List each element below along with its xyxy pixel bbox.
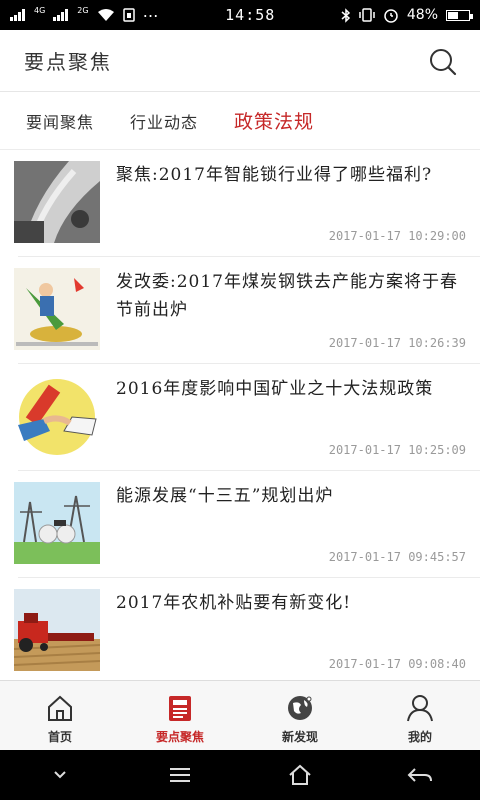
- news-item[interactable]: 发改委:2017年煤炭钢铁去产能方案将于春节前出炉 2017-01-17 10:…: [0, 257, 480, 364]
- nav-mine[interactable]: 我的: [360, 681, 480, 750]
- page-title: 要点聚焦: [24, 50, 112, 74]
- news-icon: [169, 696, 191, 721]
- news-time: 2017-01-17 10:26:39: [328, 336, 466, 350]
- news-title: 发改委:2017年煤炭钢铁去产能方案将于春节前出炉: [116, 272, 458, 320]
- news-time: 2017-01-17 10:29:00: [328, 229, 466, 243]
- sim-icon: [122, 8, 135, 22]
- news-thumbnail: [14, 268, 100, 350]
- globe-icon: [288, 696, 312, 720]
- news-body: 能源发展“十三五”规划出炉 2017-01-17 09:45:57: [100, 482, 466, 578]
- news-item[interactable]: 聚焦:2017年智能锁行业得了哪些福利? 2017-01-17 10:29:00: [0, 150, 480, 257]
- vibrate-icon: [359, 8, 375, 22]
- news-thumbnail: [14, 482, 100, 564]
- news-title: 2016年度影响中国矿业之十大法规政策: [116, 379, 434, 399]
- status-bar: 4G 2G ⋯ 14:58 48%: [0, 0, 480, 30]
- nav-home[interactable]: 首页: [0, 681, 120, 750]
- alarm-icon: [384, 9, 398, 23]
- news-item[interactable]: 2017年农机补贴要有新变化! 2017-01-17 09:08:40: [0, 578, 480, 680]
- back-icon[interactable]: [405, 763, 435, 787]
- news-body: 2016年度影响中国矿业之十大法规政策 2017-01-17 10:25:09: [100, 375, 466, 471]
- nav-label: 要点聚焦: [155, 730, 204, 744]
- bottom-nav: 首页 要点聚焦 新发现 我的: [0, 680, 480, 750]
- chevron-down-icon[interactable]: [45, 763, 75, 787]
- news-body: 发改委:2017年煤炭钢铁去产能方案将于春节前出炉 2017-01-17 10:…: [100, 268, 466, 364]
- network-type-2: 2G: [77, 5, 89, 15]
- signal-icon: [10, 9, 25, 21]
- news-thumbnail: [14, 161, 100, 243]
- news-time: 2017-01-17 09:08:40: [328, 657, 466, 671]
- home-icon: [48, 695, 72, 721]
- news-list: 聚焦:2017年智能锁行业得了哪些福利? 2017-01-17 10:29:00…: [0, 150, 480, 680]
- tab-industry-news[interactable]: 行业动态: [130, 109, 198, 133]
- system-nav-bar: [0, 750, 480, 800]
- more-icon: ⋯: [142, 5, 160, 25]
- status-left: 4G 2G ⋯: [10, 6, 160, 25]
- tab-key-news[interactable]: 要闻聚焦: [26, 109, 94, 133]
- battery-icon: [446, 9, 473, 21]
- battery-percent: 48%: [406, 7, 438, 23]
- news-item[interactable]: 能源发展“十三五”规划出炉 2017-01-17 09:45:57: [0, 471, 480, 578]
- news-thumbnail: [14, 375, 100, 457]
- news-time: 2017-01-17 09:45:57: [328, 550, 466, 564]
- news-title: 能源发展“十三五”规划出炉: [116, 486, 334, 506]
- home-button-icon[interactable]: [285, 763, 315, 787]
- news-body: 2017年农机补贴要有新变化! 2017-01-17 09:08:40: [100, 589, 466, 680]
- menu-icon[interactable]: [165, 763, 195, 787]
- network-type-1: 4G: [34, 5, 46, 15]
- nav-key-focus[interactable]: 要点聚焦: [120, 681, 240, 750]
- category-tabs: 要闻聚焦 行业动态 政策法规: [0, 92, 480, 150]
- status-right: 48%: [341, 7, 473, 23]
- clock: 14:58: [225, 6, 276, 24]
- news-title: 聚焦:2017年智能锁行业得了哪些福利?: [116, 165, 433, 185]
- search-icon[interactable]: [428, 47, 458, 77]
- news-item[interactable]: 2016年度影响中国矿业之十大法规政策 2017-01-17 10:25:09: [0, 364, 480, 471]
- news-thumbnail: [14, 589, 100, 671]
- news-time: 2017-01-17 10:25:09: [328, 443, 466, 457]
- nav-discover[interactable]: 新发现: [240, 681, 360, 750]
- nav-label: 首页: [47, 730, 72, 744]
- nav-label: 我的: [407, 730, 432, 744]
- app-header: 要点聚焦: [0, 30, 480, 92]
- bluetooth-icon: [341, 7, 350, 23]
- news-title: 2017年农机补贴要有新变化!: [116, 593, 352, 613]
- nav-label: 新发现: [281, 730, 318, 744]
- news-body: 聚焦:2017年智能锁行业得了哪些福利? 2017-01-17 10:29:00: [100, 161, 466, 257]
- tab-policy-regulations[interactable]: 政策法规: [234, 107, 314, 134]
- wifi-icon: [97, 9, 114, 21]
- signal-icon-2: [53, 9, 69, 21]
- person-icon: [407, 695, 433, 722]
